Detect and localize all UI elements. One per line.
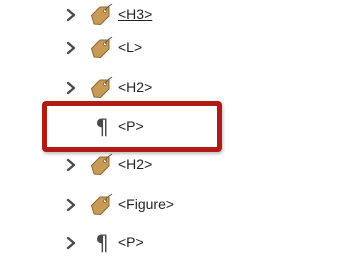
chevron-right-icon[interactable] [64,80,78,96]
tree-row-label: <Figure> [118,196,175,212]
tree-row-label: <H3> [118,6,153,22]
chevron-right-icon[interactable] [64,235,78,251]
tree-row-label: <P> [118,118,144,134]
paragraph-icon: ¶ [95,115,109,139]
tree-row-label: <L> [118,39,143,55]
tree-row-label: <H2> [118,156,153,172]
tree-row-p-highlighted[interactable]: ¶ <P> [0,111,350,143]
tree-row-figure[interactable]: <Figure> [0,189,350,221]
tree-row-label: <H2> [118,79,153,95]
tree-row-h2[interactable]: <H2> [0,72,350,104]
chevron-right-icon[interactable] [64,40,78,56]
chevron-right-icon[interactable] [64,7,78,23]
tree-row-p[interactable]: ¶ <P> [0,227,350,259]
tags-tree: <H3> <L> <H2> ¶ <P> <H2> <Figure> ¶ <P> [0,0,350,264]
tag-icon [91,36,113,58]
tree-row-label: <P> [118,234,144,250]
paragraph-icon: ¶ [95,231,109,255]
tag-icon [91,193,113,215]
chevron-right-icon[interactable] [64,197,78,213]
tag-icon [91,76,113,98]
tree-row-h2[interactable]: <H2> [0,149,350,181]
tree-row-h3[interactable]: <H3> [0,0,350,31]
tag-icon [91,3,113,25]
tree-row-l[interactable]: <L> [0,32,350,64]
chevron-right-icon[interactable] [64,157,78,173]
tag-icon [91,153,113,175]
